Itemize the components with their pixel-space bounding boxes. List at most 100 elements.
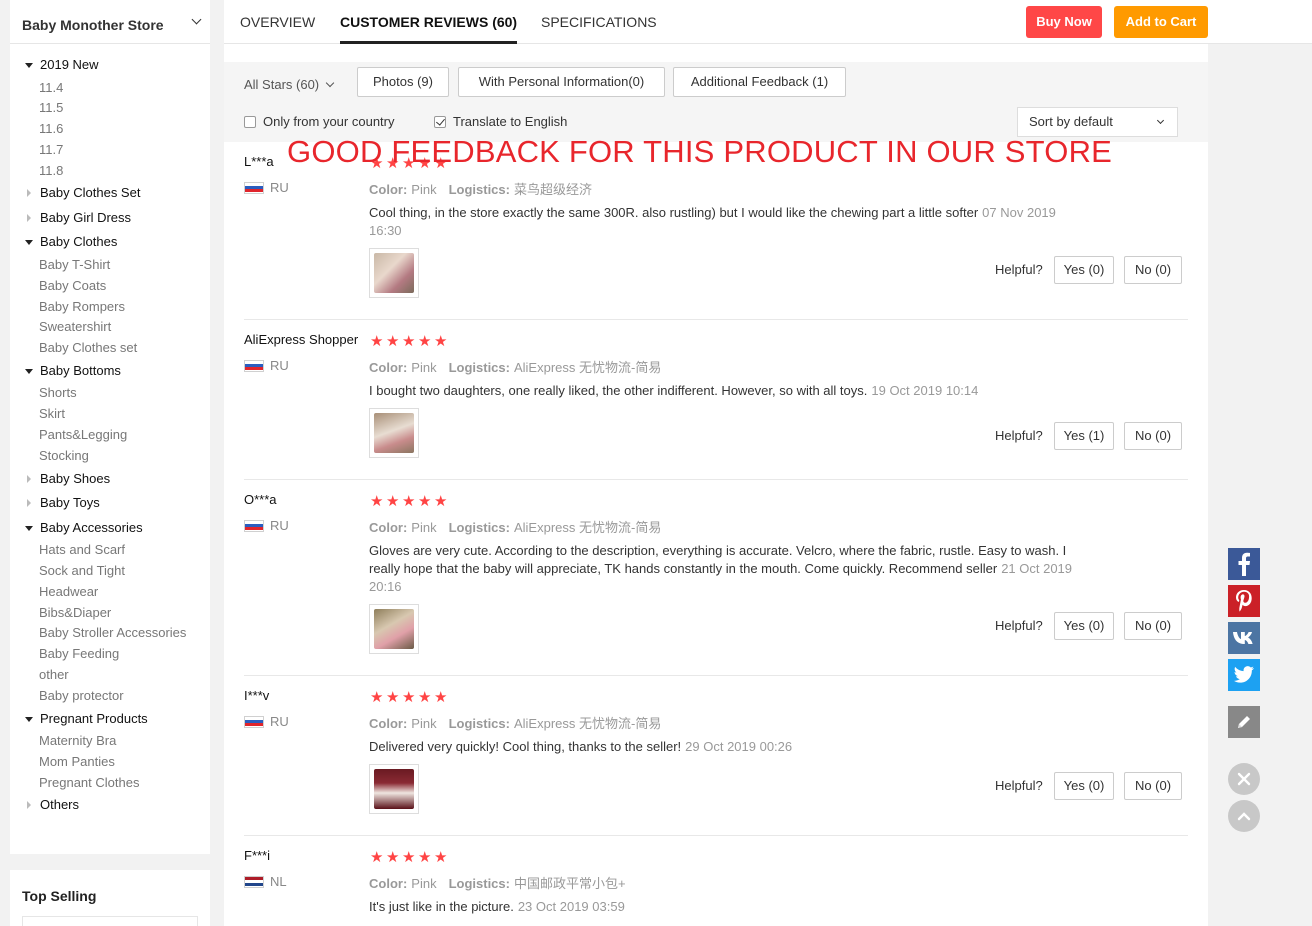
sidebar-subcategory[interactable]: Headwear bbox=[10, 582, 210, 603]
sidebar-subcategory[interactable]: 11.5 bbox=[10, 98, 210, 119]
category-sidebar: Baby Monother Store 2019 New 11.4 11.5 11.6… bbox=[10, 0, 210, 854]
sidebar-subcategory[interactable]: Skirt bbox=[10, 404, 210, 425]
sidebar-subcategory[interactable]: Sock and Tight bbox=[10, 561, 210, 582]
sidebar-subcategory[interactable]: Baby Coats bbox=[10, 276, 210, 297]
caret-down-icon[interactable] bbox=[25, 63, 33, 68]
caret-right-icon[interactable] bbox=[27, 801, 31, 810]
facebook-icon[interactable] bbox=[1228, 548, 1260, 580]
photos-filter-button[interactable]: Photos (9) bbox=[357, 67, 449, 97]
twitter-icon[interactable] bbox=[1228, 659, 1260, 691]
sidebar-item-label: Stocking bbox=[39, 447, 89, 463]
sort-dropdown[interactable]: Sort by default bbox=[1017, 107, 1178, 137]
sidebar-category[interactable]: Baby Shoes bbox=[10, 467, 210, 492]
top-selling-thumbnail[interactable] bbox=[22, 916, 198, 926]
add-to-cart-button[interactable]: Add to Cart bbox=[1114, 6, 1208, 38]
sidebar-subcategory[interactable]: Baby Rompers bbox=[10, 297, 210, 318]
logistics-value: AliExpress 无忧物流-简易 bbox=[513, 360, 662, 375]
sidebar-subcategory[interactable]: Mom Panties bbox=[10, 752, 210, 773]
tab-customer-reviews[interactable]: CUSTOMER REVIEWS (60) bbox=[340, 0, 518, 44]
close-icon[interactable] bbox=[1228, 763, 1260, 795]
sidebar-category[interactable]: Baby Accessories bbox=[10, 516, 210, 541]
sidebar-subcategory[interactable]: Maternity Bra bbox=[10, 731, 210, 752]
sidebar-subcategory[interactable]: Baby Clothes set bbox=[10, 338, 210, 359]
sidebar-category[interactable]: Baby Bottoms bbox=[10, 359, 210, 384]
review-text: I bought two daughters, one really liked… bbox=[369, 382, 1089, 400]
helpful-yes-button[interactable]: Yes (0) bbox=[1054, 256, 1114, 284]
sidebar-subcategory[interactable]: Shorts bbox=[10, 383, 210, 404]
review-photo[interactable] bbox=[369, 408, 419, 458]
caret-right-icon[interactable] bbox=[27, 213, 31, 222]
edit-icon[interactable] bbox=[1228, 706, 1260, 738]
helpful-yes-button[interactable]: Yes (1) bbox=[1054, 422, 1114, 450]
sidebar-category[interactable]: Others bbox=[10, 793, 210, 818]
personal-info-filter-button[interactable]: With Personal Information(0) bbox=[458, 67, 665, 97]
sidebar-category[interactable]: Baby Clothes Set bbox=[10, 181, 210, 206]
sidebar-subcategory[interactable]: Baby protector bbox=[10, 686, 210, 707]
sidebar-subcategory[interactable]: Sweatershirt bbox=[10, 317, 210, 338]
country-flag-icon bbox=[244, 715, 264, 728]
review-item: AliExpress Shopper RU ★ ★ ★ ★ ★ Color: Pink Logis… bbox=[244, 332, 1188, 480]
sidebar-subcategory[interactable]: Stocking bbox=[10, 446, 210, 467]
sidebar-subcategory[interactable]: Baby T-Shirt bbox=[10, 255, 210, 276]
helpful-no-button[interactable]: No (0) bbox=[1124, 422, 1182, 450]
only-country-option[interactable]: Only from your country bbox=[244, 114, 395, 129]
tab-overview[interactable]: OVERVIEW bbox=[240, 0, 315, 44]
review-photo[interactable] bbox=[369, 604, 419, 654]
caret-right-icon[interactable] bbox=[27, 189, 31, 198]
helpful-yes-button[interactable]: Yes (0) bbox=[1054, 772, 1114, 800]
sidebar-subcategory[interactable]: 11.8 bbox=[10, 161, 210, 182]
sidebar-subcategory[interactable]: 11.4 bbox=[10, 78, 210, 99]
sidebar-subcategory[interactable]: other bbox=[10, 665, 210, 686]
star-rating: ★ ★ ★ ★ ★ bbox=[370, 494, 450, 509]
review-date: 19 Oct 2019 10:14 bbox=[871, 383, 979, 398]
sidebar-item-label: 11.5 bbox=[39, 100, 64, 116]
sidebar-subcategory[interactable]: Pregnant Clothes bbox=[10, 773, 210, 794]
tab-specifications[interactable]: SPECIFICATIONS bbox=[541, 0, 657, 44]
caret-right-icon[interactable] bbox=[27, 499, 31, 508]
reviewer-country: RU bbox=[244, 358, 289, 373]
sidebar-category[interactable]: Pregnant Products bbox=[10, 707, 210, 732]
sidebar-item-label: Others bbox=[40, 797, 80, 813]
only-country-checkbox[interactable] bbox=[244, 115, 256, 128]
caret-down-icon[interactable] bbox=[25, 716, 33, 722]
sidebar-subcategory[interactable]: Pants&Legging bbox=[10, 425, 210, 446]
sidebar-category[interactable]: Baby Toys bbox=[10, 491, 210, 516]
sidebar-item-label: Pants&Legging bbox=[39, 427, 128, 443]
caret-down-icon[interactable] bbox=[25, 525, 33, 531]
sidebar-subcategory[interactable]: Baby Feeding bbox=[10, 644, 210, 665]
helpful-yes-button[interactable]: Yes (0) bbox=[1054, 612, 1114, 640]
helpful-no-button[interactable]: No (0) bbox=[1124, 256, 1182, 284]
sidebar-subcategory[interactable]: Bibs&Diaper bbox=[10, 603, 210, 624]
all-stars-dropdown[interactable]: All Stars (60) bbox=[244, 77, 335, 92]
review-meta: Color: Pink Logistics: AliExpress 无忧物流-简易 bbox=[369, 357, 673, 376]
additional-feedback-filter-button[interactable]: Additional Feedback (1) bbox=[673, 67, 846, 97]
translate-option[interactable]: Translate to English bbox=[434, 114, 567, 129]
caret-down-icon[interactable] bbox=[25, 240, 33, 246]
star-rating: ★ ★ ★ ★ ★ bbox=[370, 334, 450, 349]
sidebar-category[interactable]: 2019 New bbox=[10, 53, 210, 78]
pinterest-icon[interactable] bbox=[1228, 585, 1260, 617]
buy-now-button[interactable]: Buy Now bbox=[1026, 6, 1102, 38]
helpful-no-button[interactable]: No (0) bbox=[1124, 612, 1182, 640]
sidebar-subcategory[interactable]: Baby Stroller Accessories bbox=[10, 623, 210, 644]
store-name[interactable]: Baby Monother Store bbox=[22, 11, 164, 33]
sidebar-subcategory[interactable]: 11.7 bbox=[10, 140, 210, 161]
chevron-down-icon[interactable] bbox=[190, 15, 204, 29]
store-header[interactable]: Baby Monother Store bbox=[10, 0, 210, 44]
vk-icon[interactable] bbox=[1228, 622, 1260, 654]
helpful-no-button[interactable]: No (0) bbox=[1124, 772, 1182, 800]
caret-down-icon[interactable] bbox=[25, 368, 33, 374]
sidebar-item-label: Hats and Scarf bbox=[39, 542, 125, 558]
sidebar-category[interactable]: Baby Girl Dress bbox=[10, 206, 210, 231]
translate-checkbox[interactable] bbox=[434, 115, 446, 128]
review-photo[interactable] bbox=[369, 764, 419, 814]
sidebar-subcategory[interactable]: Hats and Scarf bbox=[10, 540, 210, 561]
scroll-top-icon[interactable] bbox=[1228, 800, 1260, 832]
review-photo[interactable] bbox=[369, 248, 419, 298]
country-code: RU bbox=[270, 180, 289, 195]
logistics-label: Logistics: bbox=[448, 876, 510, 891]
star-icon: ★ bbox=[370, 689, 384, 706]
sidebar-subcategory[interactable]: 11.6 bbox=[10, 119, 210, 140]
caret-right-icon[interactable] bbox=[27, 474, 31, 483]
sidebar-category[interactable]: Baby Clothes bbox=[10, 230, 210, 255]
